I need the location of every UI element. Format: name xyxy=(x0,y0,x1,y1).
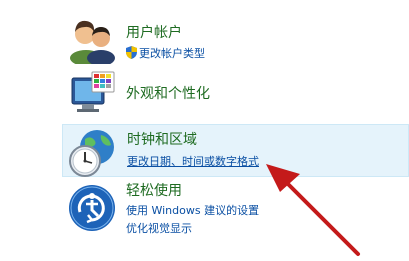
users-icon[interactable] xyxy=(66,12,118,66)
category-title-user-accounts[interactable]: 用户帐户 xyxy=(126,22,182,42)
use-recommended-settings-link[interactable]: 使用 Windows 建议的设置 xyxy=(126,202,259,218)
category-appearance: 外观和个性化 xyxy=(62,70,409,122)
uac-shield-icon xyxy=(126,46,137,59)
category-title-ease-of-access[interactable]: 轻松使用 xyxy=(126,180,182,200)
ease-of-access-icon[interactable] xyxy=(66,182,118,234)
category-clock-region[interactable]: 时钟和区域 更改日期、时间或数字格式 xyxy=(62,124,409,177)
clock-globe-icon[interactable] xyxy=(67,127,119,179)
category-title-appearance[interactable]: 外观和个性化 xyxy=(126,83,210,103)
optimize-visual-display-link[interactable]: 优化视觉显示 xyxy=(126,220,192,236)
category-user-accounts: 用户帐户 更改帐户类型 xyxy=(62,10,409,70)
change-account-type-label[interactable]: 更改帐户类型 xyxy=(139,47,205,60)
appearance-monitor-icon[interactable] xyxy=(66,70,118,122)
category-ease-of-access: 轻松使用 使用 Windows 建议的设置 优化视觉显示 xyxy=(62,178,409,238)
change-account-type-link[interactable]: 更改帐户类型 xyxy=(126,45,205,61)
category-title-clock-region[interactable]: 时钟和区域 xyxy=(127,129,197,149)
change-date-time-number-format-link[interactable]: 更改日期、时间或数字格式 xyxy=(127,153,259,169)
